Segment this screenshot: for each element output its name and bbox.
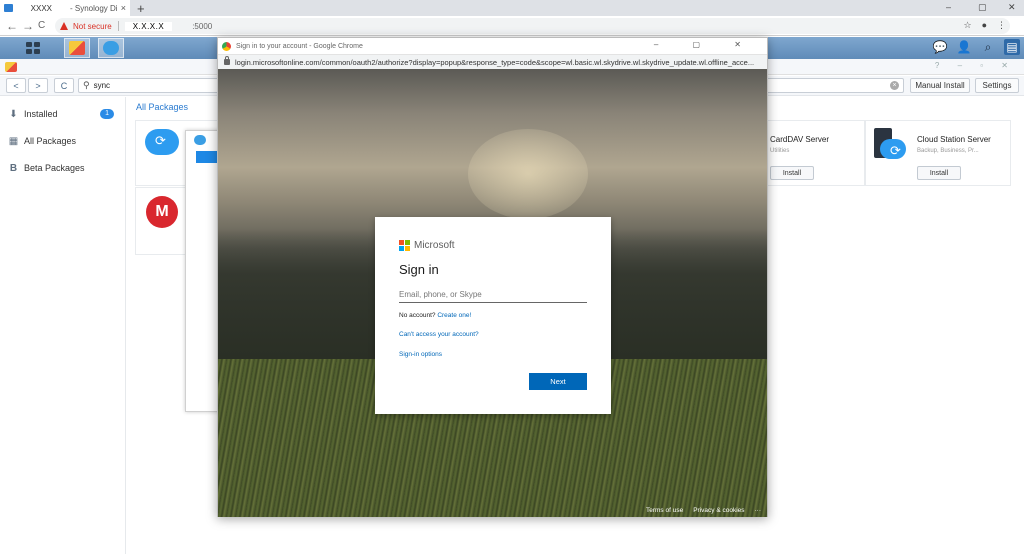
signin-popup-window: Sign in to your account - Google Chrome … [217,37,768,517]
package-name: Cloud Station Server [917,135,991,144]
omnibox-separator [117,21,119,31]
more-options-icon[interactable]: ··· [755,507,762,514]
privacy-link[interactable]: Privacy & cookies [693,507,744,514]
notifications-icon[interactable]: 💬 [932,39,948,55]
cant-access-link[interactable]: Can't access your account? [399,331,479,338]
url-host: X.X.X.X [124,21,173,31]
cloud-sync-taskbar-button[interactable] [98,38,124,58]
cloud-sync-icon [880,139,906,159]
settings-button[interactable]: Settings [975,78,1019,93]
beta-icon: B [9,162,18,174]
warning-icon [60,22,69,30]
microsoft-brand: Microsoft [414,240,455,251]
clear-search-icon[interactable]: × [890,81,899,90]
bookmark-star-icon[interactable]: ☆ [963,20,971,31]
search-value: sync [93,81,111,90]
profile-icon[interactable]: ● [982,20,987,31]
popup-window-controls[interactable]: – ▢ ✕ [654,40,757,49]
package-card-cloud-station-server[interactable]: Cloud Station Server Backup, Business, P… [865,120,1011,186]
cloud-sync-icon [145,129,179,155]
chrome-icon [222,41,231,51]
tab-title: - Synology Disk [70,3,117,13]
package-category: Utilities [770,148,790,154]
maximize-button[interactable]: ▢ [978,2,987,13]
installed-count-badge: 1 [100,109,114,119]
package-center-icon [5,62,17,72]
popup-url-bar: login.microsoftonline.com/common/oauth2/… [218,54,767,69]
synology-favicon-icon [4,4,13,12]
cloud-sync-icon [103,41,119,55]
email-input[interactable] [399,287,587,303]
user-icon[interactable]: 👤 [956,39,972,55]
download-icon: ⬇ [9,108,18,120]
popup-title: Sign in to your account - Google Chrome [236,42,363,50]
cloud-sync-icon [194,135,206,145]
widgets-icon[interactable]: ▤ [1004,39,1020,55]
sunlight [468,129,588,219]
sidebar-item-all-packages[interactable]: ▦ All Packages [8,135,118,147]
address-bar: ← → C Not secure X.X.X.X :5000 ☆ ● ⋮ [0,16,1024,36]
create-account-link[interactable]: Create one! [437,312,471,319]
install-button[interactable]: Install [770,166,814,180]
background-photo: Microsoft Sign in No account? Create one… [218,69,767,517]
popup-titlebar: Sign in to your account - Google Chrome … [218,38,767,54]
signin-card: Microsoft Sign in No account? Create one… [375,217,611,414]
omnibox-actions: ☆ ● ⋮ [963,20,1006,31]
lock-icon [224,56,230,65]
url-port: :5000 [192,21,213,31]
new-tab-button[interactable]: + [137,1,145,16]
sidebar-item-label: Beta Packages [24,163,85,173]
package-center-window-controls[interactable]: ? – ▫ ✕ [935,61,1016,70]
no-account-text: No account? Create one! [399,312,471,319]
back-button[interactable]: < [6,78,26,93]
back-button[interactable]: ← [6,19,18,33]
microsoft-logo-icon [399,240,410,251]
tab-close-icon[interactable]: × [121,3,126,13]
next-button[interactable]: Next [529,373,587,390]
grid-icon: ▦ [8,135,19,147]
browser-tab[interactable]: XXXX - Synology Disk × [0,0,130,16]
main-menu-button[interactable] [20,38,46,58]
sidebar-item-label: Installed [24,109,58,119]
popup-url: login.microsoftonline.com/common/oauth2/… [235,57,755,67]
section-title: All Packages [136,102,189,112]
dsm-right-tray: 💬 👤 ⌕ ▤ [932,39,1020,55]
tab-host: XXXX [30,3,52,13]
package-center-taskbar-button[interactable] [64,38,90,58]
package-center-sidebar: ⬇ Installed 1 ▦ All Packages B Beta Pack… [0,97,126,554]
package-center-icon [69,41,85,55]
mega-icon: M [146,196,178,228]
sidebar-item-label: All Packages [24,136,77,146]
signin-heading: Sign in [399,262,439,277]
package-category: Backup, Business, Pr... [917,148,979,154]
forward-button[interactable]: > [28,78,48,93]
minimize-button[interactable]: – [946,2,951,12]
reload-button[interactable]: C [38,20,45,31]
omnibox[interactable]: Not secure X.X.X.X :5000 ☆ ● ⋮ [55,18,1010,34]
chrome-menu-icon[interactable]: ⋮ [997,20,1006,31]
footer-links: Terms of use Privacy & cookies ··· [646,507,761,514]
close-window-button[interactable]: ✕ [1008,2,1016,13]
not-secure-label[interactable]: Not secure [73,22,112,31]
microsoft-logo: Microsoft [399,240,455,251]
package-name: CardDAV Server [770,135,829,144]
refresh-button[interactable]: C [54,78,74,93]
install-button[interactable]: Install [917,166,961,180]
main-menu-icon [26,42,40,54]
browser-tabstrip: XXXX - Synology Disk × + – ▢ ✕ [0,0,1024,16]
no-account-label: No account? [399,312,436,319]
sidebar-item-installed[interactable]: ⬇ Installed 1 [8,108,118,120]
search-icon[interactable]: ⌕ [980,39,996,55]
package-card-carddav[interactable]: CardDAV Server Utilities Install [757,120,865,186]
terms-link[interactable]: Terms of use [646,507,683,514]
sidebar-item-beta-packages[interactable]: B Beta Packages [8,162,118,174]
signin-options-link[interactable]: Sign-in options [399,351,442,358]
forward-button[interactable]: → [22,19,34,33]
manual-install-button[interactable]: Manual Install [910,78,970,93]
search-icon: ⚲ [83,80,90,90]
